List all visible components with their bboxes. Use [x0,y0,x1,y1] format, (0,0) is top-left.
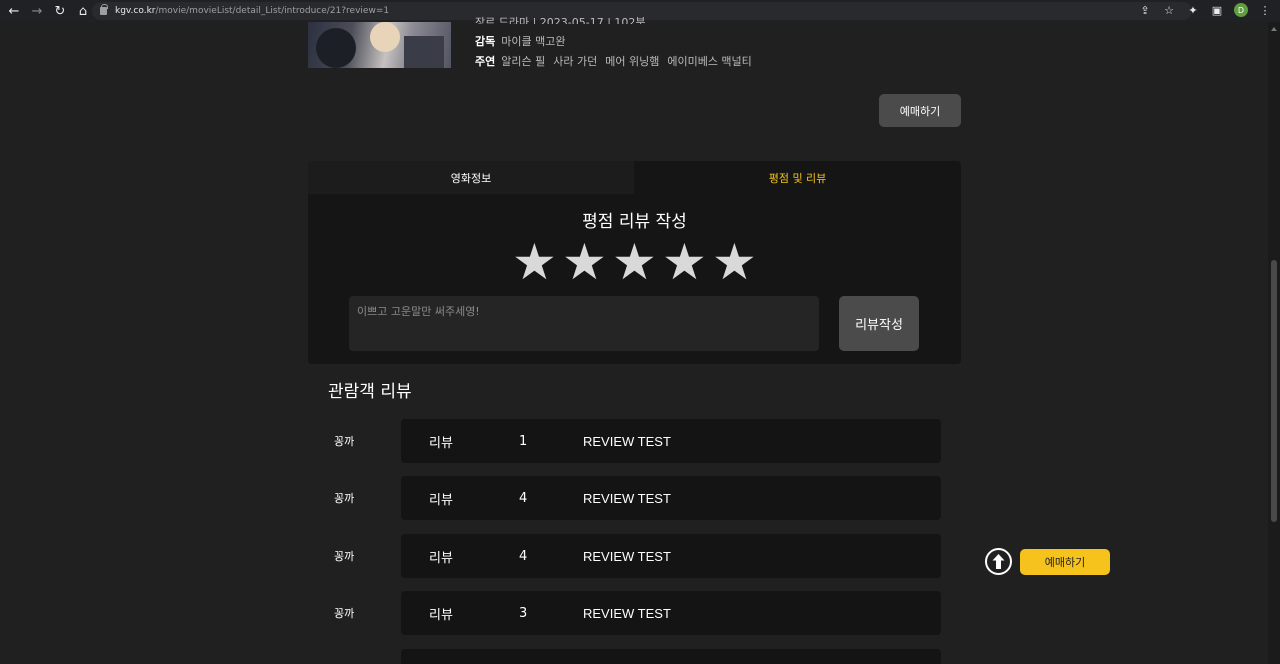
star-icon[interactable]: ★ [512,237,557,287]
floating-booking-button[interactable]: 예매하기 [1020,549,1110,575]
reload-icon[interactable]: ↻ [51,2,69,20]
scroll-to-top-button[interactable] [985,548,1012,575]
director-line: 감독 마이클 맥고완 [475,33,565,49]
scroll-up-icon[interactable] [1271,27,1277,31]
share-icon[interactable]: ⇪ [1138,4,1152,17]
director-label: 감독 [475,35,496,48]
review-user: 꽁까 [334,607,355,620]
home-icon[interactable]: ⌂ [74,2,92,20]
review-input[interactable] [349,296,819,351]
review-box: 리뷰 4 REVIEW TEST [401,476,941,520]
star-icon[interactable]: ★ [612,237,657,287]
review-row: 꽁까 리뷰 1 REVIEW TEST [334,419,941,463]
movie-poster [308,22,451,68]
review-box: 리뷰 4 REVIEW TEST [401,534,941,578]
audience-reviews-title: 관람객 리뷰 [328,382,412,402]
cast-member: 메어 위닝햄 [605,55,660,68]
review-score: 4 [519,548,528,564]
review-box: 리뷰 3 REVIEW TEST [401,591,941,635]
review-score: 3 [519,605,528,621]
director-name: 마이클 맥고완 [501,35,566,48]
star-icon[interactable]: ★ [712,237,757,287]
tab-rating-review[interactable]: 평점 및 리뷰 [634,161,961,194]
url-host: kgv.co.kr [115,6,156,16]
review-score: 4 [519,490,528,506]
star-rating[interactable]: ★ ★ ★ ★ ★ [512,237,757,287]
menu-icon[interactable]: ⋮ [1258,4,1272,17]
cast-member: 알리슨 필 [501,55,546,68]
arrow-up-icon [992,554,1005,569]
review-row: 꽁까 리뷰 4 REVIEW TEST [334,476,941,520]
review-panel: 영화정보 평점 및 리뷰 평점 리뷰 작성 ★ ★ ★ ★ ★ 리뷰작성 [308,161,961,364]
back-icon[interactable]: ← [5,2,23,20]
bookmark-star-icon[interactable]: ☆ [1162,4,1176,17]
side-panel-icon[interactable]: ▣ [1210,4,1224,17]
submit-review-button[interactable]: 리뷰작성 [839,296,919,351]
scroll-thumb[interactable] [1271,260,1277,522]
tab-movie-info[interactable]: 영화정보 [308,161,634,194]
review-label: 리뷰 [429,435,453,451]
review-user: 꽁까 [334,492,355,505]
extensions-icon[interactable]: ✦ [1186,4,1200,17]
forward-icon[interactable]: → [28,2,46,20]
lock-icon [100,4,108,15]
cast-line: 주연 알리슨 필 사라 가던 메어 위닝햄 에이미베스 맥널티 [475,53,760,69]
review-label: 리뷰 [429,607,453,623]
booking-button[interactable]: 예매하기 [879,94,961,127]
movie-meta-line: 장르 드라마 | 2023-05-17 | 102분 [475,14,646,24]
review-label: 리뷰 [429,492,453,508]
page-scrollbar[interactable] [1268,22,1280,664]
review-box-partial [401,649,941,664]
review-box: 리뷰 1 REVIEW TEST [401,419,941,463]
review-row: 꽁까 리뷰 3 REVIEW TEST [334,591,941,635]
cast-member: 에이미베스 맥널티 [667,55,752,68]
write-review-title: 평점 리뷰 작성 [582,212,687,232]
review-text: REVIEW TEST [583,605,671,621]
star-icon[interactable]: ★ [562,237,607,287]
review-row: 꽁까 리뷰 4 REVIEW TEST [334,534,941,578]
cast-label: 주연 [475,55,496,68]
review-text: REVIEW TEST [583,433,671,449]
review-user: 꽁까 [334,550,355,563]
review-user: 꽁까 [334,435,355,448]
cast-member: 사라 가던 [553,55,598,68]
star-icon[interactable]: ★ [662,237,707,287]
review-text: REVIEW TEST [583,490,671,506]
url-path: /movie/movieList/detail_List/introduce/2… [155,6,390,16]
review-score: 1 [519,433,528,449]
movie-meta-text: 장르 드라마 | 2023-05-17 | 102분 [475,16,646,24]
review-label: 리뷰 [429,550,453,566]
profile-avatar[interactable]: D [1234,3,1248,17]
review-text: REVIEW TEST [583,548,671,564]
